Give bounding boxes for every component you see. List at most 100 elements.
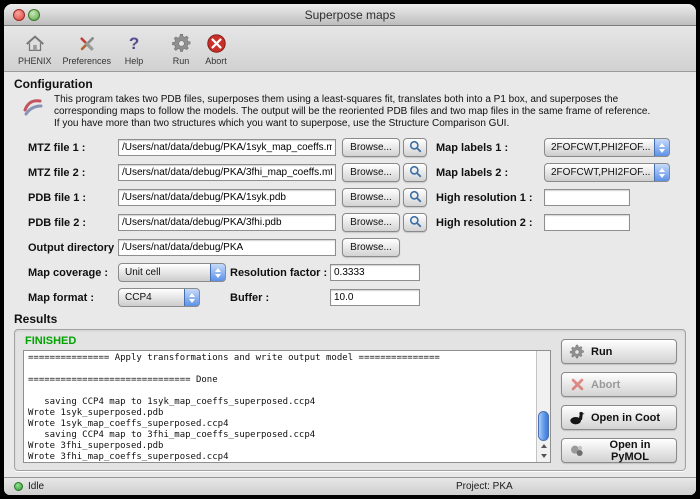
main-toolbar: PHENIX Preferences ? Help Run Abort — [4, 26, 696, 72]
window-controls — [13, 9, 40, 21]
map-format-value: CCP4 — [125, 292, 152, 303]
log-output-box[interactable]: =============== Apply transformations an… — [23, 350, 551, 463]
toolbar-phenix-button[interactable]: PHENIX — [18, 32, 52, 66]
open-in-pymol-button[interactable]: Open in PyMOL — [561, 438, 677, 463]
close-window-button[interactable] — [13, 9, 25, 21]
scrollbar-thumb[interactable] — [538, 411, 549, 441]
toolbar-preferences-label: Preferences — [63, 56, 112, 66]
abort-button-label: Abort — [591, 379, 620, 391]
map-format-dropdown[interactable]: CCP4 — [118, 288, 200, 307]
buffer-input[interactable] — [330, 289, 420, 306]
map-coverage-label: Map coverage : — [14, 267, 118, 279]
pdb-file-1-inspect-button[interactable] — [403, 188, 427, 207]
pdb-file-2-label: PDB file 2 : — [14, 217, 118, 229]
map-labels-1-value: 2FOFCWT,PHI2FOF... — [551, 142, 650, 153]
output-directory-input[interactable] — [118, 239, 336, 256]
mtz-file-1-inspect-button[interactable] — [403, 138, 427, 157]
map-labels-1-label: Map labels 1 : — [436, 142, 544, 154]
map-labels-2-label: Map labels 2 : — [436, 167, 544, 179]
results-panel: FINISHED =============== Apply transform… — [14, 329, 686, 471]
mtz-file-1-row: MTZ file 1 : Browse... Map labels 1 : 2F… — [14, 136, 686, 159]
map-labels-2-dropdown[interactable]: 2FOFCWT,PHI2FOF... — [544, 163, 670, 182]
run-button[interactable]: Run — [561, 339, 677, 364]
resolution-factor-input[interactable] — [330, 264, 420, 281]
toolbar-phenix-label: PHENIX — [18, 56, 52, 66]
results-section-title: Results — [14, 312, 686, 326]
program-description-text: This program takes two PDB files, superp… — [54, 94, 684, 130]
mtz-file-1-label: MTZ file 1 : — [14, 142, 118, 154]
high-resolution-1-label: High resolution 1 : — [436, 192, 544, 204]
zoom-window-button[interactable] — [28, 9, 40, 21]
pdb-file-1-browse-button[interactable]: Browse... — [342, 188, 400, 207]
abort-x-icon — [569, 377, 585, 392]
mtz-file-2-browse-button[interactable]: Browse... — [342, 163, 400, 182]
magnifier-icon — [409, 165, 422, 181]
superpose-program-icon — [22, 94, 46, 123]
pymol-icon — [569, 443, 585, 459]
phenix-home-icon — [23, 32, 47, 56]
mtz-file-2-label: MTZ file 2 : — [14, 167, 118, 179]
high-resolution-2-label: High resolution 2 : — [436, 217, 544, 229]
mtz-file-1-browse-button[interactable]: Browse... — [342, 138, 400, 157]
run-gear-icon — [569, 344, 585, 360]
title-bar[interactable]: Superpose maps — [4, 4, 696, 26]
pdb-file-2-browse-button[interactable]: Browse... — [342, 213, 400, 232]
status-bar: Idle Project: PKA — [4, 477, 696, 495]
magnifier-icon — [409, 190, 422, 206]
map-format-row: Map format : CCP4 Buffer : — [14, 286, 686, 309]
mtz-file-2-input[interactable] — [118, 164, 336, 181]
help-icon: ? — [122, 32, 146, 56]
map-coverage-value: Unit cell — [125, 267, 161, 278]
high-resolution-2-input[interactable] — [544, 214, 630, 231]
status-text: Idle — [28, 481, 44, 492]
toolbar-help-button[interactable]: ? Help — [122, 32, 146, 66]
app-window: Superpose maps PHENIX Preferences ? Help — [4, 4, 696, 495]
open-in-pymol-label: Open in PyMOL — [591, 439, 669, 463]
buffer-label: Buffer : — [230, 292, 330, 304]
pdb-file-1-row: PDB file 1 : Browse... High resolution 1… — [14, 186, 686, 209]
mtz-file-1-input[interactable] — [118, 139, 336, 156]
coot-bird-icon — [569, 410, 585, 426]
toolbar-abort-label: Abort — [205, 56, 227, 66]
map-labels-1-dropdown[interactable]: 2FOFCWT,PHI2FOF... — [544, 138, 670, 157]
map-coverage-dropdown[interactable]: Unit cell — [118, 263, 226, 282]
dropdown-arrows-icon — [184, 288, 200, 307]
window-title: Superpose maps — [4, 8, 696, 22]
project-name: Project: PKA — [456, 481, 513, 492]
high-resolution-1-input[interactable] — [544, 189, 630, 206]
log-vertical-scrollbar[interactable] — [536, 351, 550, 462]
open-in-coot-label: Open in Coot — [591, 412, 660, 424]
toolbar-preferences-button[interactable]: Preferences — [63, 32, 112, 66]
program-description: This program takes two PDB files, superp… — [22, 94, 684, 130]
main-content: Configuration This program takes two PDB… — [4, 72, 696, 477]
output-directory-row: Output directory : Browse... — [14, 236, 686, 259]
results-log-area: FINISHED =============== Apply transform… — [23, 334, 551, 463]
pdb-file-2-input[interactable] — [118, 214, 336, 231]
scroll-down-arrow-icon[interactable] — [541, 454, 547, 458]
run-status-text: FINISHED — [25, 335, 551, 347]
pdb-file-2-inspect-button[interactable] — [403, 213, 427, 232]
pdb-file-1-input[interactable] — [118, 189, 336, 206]
toolbar-abort-button[interactable]: Abort — [204, 32, 228, 66]
open-in-coot-button[interactable]: Open in Coot — [561, 405, 677, 430]
pdb-file-1-label: PDB file 1 : — [14, 192, 118, 204]
mtz-file-2-row: MTZ file 2 : Browse... Map labels 2 : 2F… — [14, 161, 686, 184]
scroll-up-arrow-icon[interactable] — [541, 444, 547, 448]
abort-button[interactable]: Abort — [561, 372, 677, 397]
magnifier-icon — [409, 140, 422, 156]
run-gear-icon — [169, 32, 193, 56]
log-output-text: =============== Apply transformations an… — [28, 353, 532, 463]
pdb-file-2-row: PDB file 2 : Browse... High resolution 2… — [14, 211, 686, 234]
output-directory-label: Output directory : — [14, 242, 118, 254]
mtz-file-2-inspect-button[interactable] — [403, 163, 427, 182]
toolbar-run-button[interactable]: Run — [169, 32, 193, 66]
status-indicator-icon — [14, 482, 23, 491]
results-action-buttons: Run Abort Open in Coot — [561, 334, 677, 463]
dropdown-arrows-icon — [654, 163, 670, 182]
run-button-label: Run — [591, 346, 612, 358]
output-directory-browse-button[interactable]: Browse... — [342, 238, 400, 257]
abort-icon — [204, 32, 228, 56]
preferences-tools-icon — [75, 32, 99, 56]
resolution-factor-label: Resolution factor : — [230, 267, 330, 279]
map-labels-2-value: 2FOFCWT,PHI2FOF... — [551, 167, 650, 178]
